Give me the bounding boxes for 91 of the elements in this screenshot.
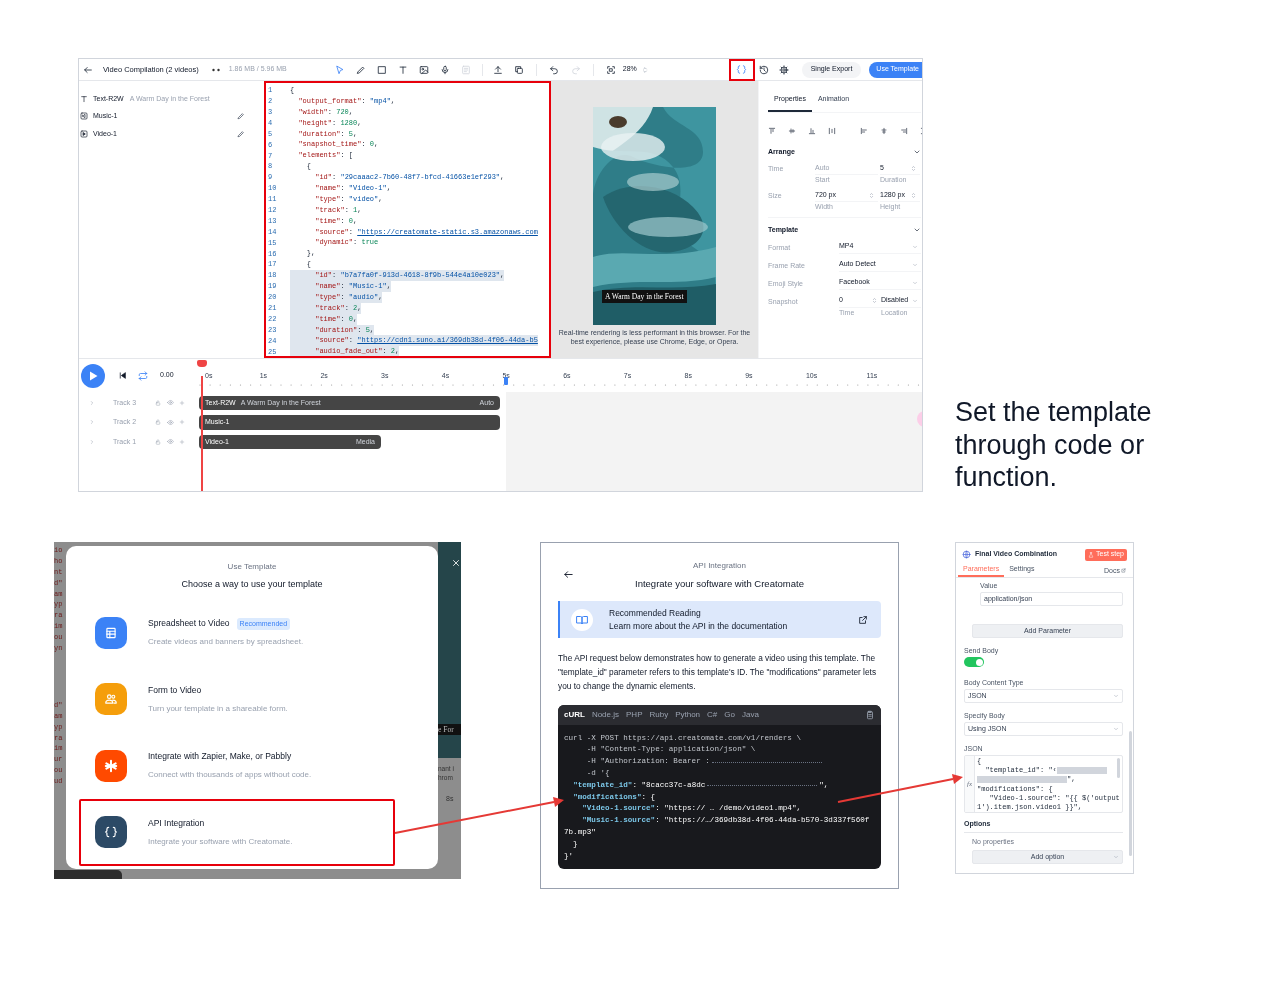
cursor-icon[interactable] [334, 64, 345, 75]
book-icon [576, 613, 588, 626]
editor-scrollbar[interactable] [1117, 758, 1120, 778]
language-tab[interactable]: cURL [564, 709, 585, 722]
panel-scrollbar[interactable] [1129, 731, 1132, 856]
align-left-icon[interactable] [860, 126, 868, 135]
callout-title: Recommended Reading [609, 606, 702, 620]
play-icon [88, 370, 98, 381]
language-tab[interactable]: Node.js [591, 709, 619, 722]
visibility-icon[interactable] [167, 399, 174, 407]
language-tab[interactable]: Go [724, 709, 735, 722]
back-icon[interactable] [563, 569, 574, 580]
globe-icon [962, 550, 971, 559]
option-description: Connect with thousands of apps without code. [148, 769, 312, 782]
align-right-icon[interactable] [900, 126, 908, 135]
copy-icon[interactable] [865, 710, 875, 721]
option-title: API Integration [148, 816, 205, 830]
option-title: Form to Video [148, 683, 202, 697]
language-tab[interactable]: Ruby [649, 709, 669, 722]
description-text: The API request below demonstrates how to generate a video using this template. The "template_id" parameter refers to this template's ID. The "modifications" parameter lets you to change the dynamic elements. [558, 652, 878, 693]
stepper-icon[interactable] [640, 65, 649, 74]
pen-icon[interactable] [355, 64, 366, 75]
dialog-title: Integrate your software with Creatomate [635, 577, 804, 591]
option-title: Spreadsheet to Video [148, 617, 230, 631]
code-braces-icon [104, 825, 118, 840]
edit-icon[interactable] [237, 112, 245, 121]
text-tool-icon[interactable] [397, 64, 408, 75]
visibility-icon[interactable] [167, 438, 174, 446]
skip-back-icon[interactable] [118, 371, 127, 380]
chevron-down-icon [1113, 693, 1119, 699]
spreadsheet-icon [104, 625, 118, 640]
more-icon[interactable] [211, 67, 220, 72]
language-tab[interactable]: Java [741, 709, 759, 722]
flask-icon [1088, 551, 1094, 558]
asterisk-icon [104, 758, 118, 773]
video-layer-icon [80, 129, 88, 138]
edit-icon[interactable] [237, 129, 245, 138]
close-icon[interactable] [451, 558, 461, 568]
external-link-icon[interactable] [858, 614, 868, 625]
timeline-clip-fragment [54, 870, 122, 879]
dialog-title: Choose a way to use your template [180, 578, 324, 591]
option-title: Integrate with Zapier, Make, or Pabbly [148, 750, 292, 764]
undo-icon[interactable] [548, 64, 559, 75]
language-tab[interactable]: PHP [626, 709, 643, 722]
stepper-icon[interactable] [910, 164, 917, 172]
playhead-handle[interactable] [197, 360, 207, 367]
dialog-subtitle: API Integration [693, 560, 746, 572]
option-item[interactable]: API Integration Integrate your software with Creatomate. [79, 799, 395, 866]
option-description: Create videos and banners by spreadsheet. [148, 636, 304, 649]
dialog-subtitle: Use Template [226, 561, 278, 573]
image-icon[interactable] [418, 64, 429, 75]
language-tab[interactable]: Python [675, 709, 701, 722]
lock-icon[interactable] [155, 419, 161, 426]
option-item[interactable]: Integrate with Zapier, Make, or Pabbly Connect with thousands of apps without code. [79, 732, 395, 799]
option-description: Integrate your software with Creatomate. [148, 835, 293, 848]
history-icon[interactable] [758, 64, 769, 75]
loop-icon[interactable] [138, 370, 148, 381]
chevron-down-icon [1113, 854, 1119, 860]
distribute-icon[interactable] [828, 126, 836, 135]
code-braces-icon [736, 64, 748, 75]
align-center-icon[interactable] [880, 126, 888, 135]
option-description: Turn your template in a shareable form. [148, 702, 288, 715]
square-icon[interactable] [376, 64, 387, 75]
reading-callout[interactable]: Recommended Reading Learn more about the API in the documentation [558, 601, 881, 639]
option-item[interactable]: Form to Video Turn your template in a shareable form. [79, 666, 395, 733]
align-top-icon[interactable] [768, 126, 776, 135]
upload-icon[interactable] [492, 64, 503, 75]
lock-icon[interactable] [155, 438, 161, 445]
settings-icon[interactable] [778, 64, 789, 75]
end-marker[interactable] [504, 377, 508, 385]
align-bottom-icon[interactable] [808, 126, 816, 135]
align-middle-icon[interactable] [788, 126, 796, 135]
caption-text: Set the template through code or function. [955, 396, 1153, 494]
toggle-switch[interactable] [964, 657, 984, 667]
visibility-icon[interactable] [167, 418, 174, 426]
stepper-icon[interactable] [868, 191, 875, 199]
stepper-icon[interactable] [910, 191, 917, 199]
play-button[interactable] [81, 363, 105, 388]
lock-icon[interactable] [155, 399, 161, 406]
code-view-button[interactable] [728, 59, 755, 81]
duplicate-icon[interactable] [513, 64, 524, 75]
text-layer-icon [80, 94, 88, 103]
users-icon [104, 692, 118, 707]
microphone-icon[interactable] [439, 64, 450, 75]
callout-text: Learn more about the API in the documentation [609, 619, 788, 633]
language-tab[interactable]: C# [707, 709, 718, 722]
fit-screen-icon[interactable] [605, 64, 616, 75]
chevron-down-icon [1113, 726, 1119, 732]
audio-layer-icon [80, 112, 88, 121]
stepper-icon[interactable] [871, 297, 878, 304]
external-link-icon [1121, 568, 1126, 574]
